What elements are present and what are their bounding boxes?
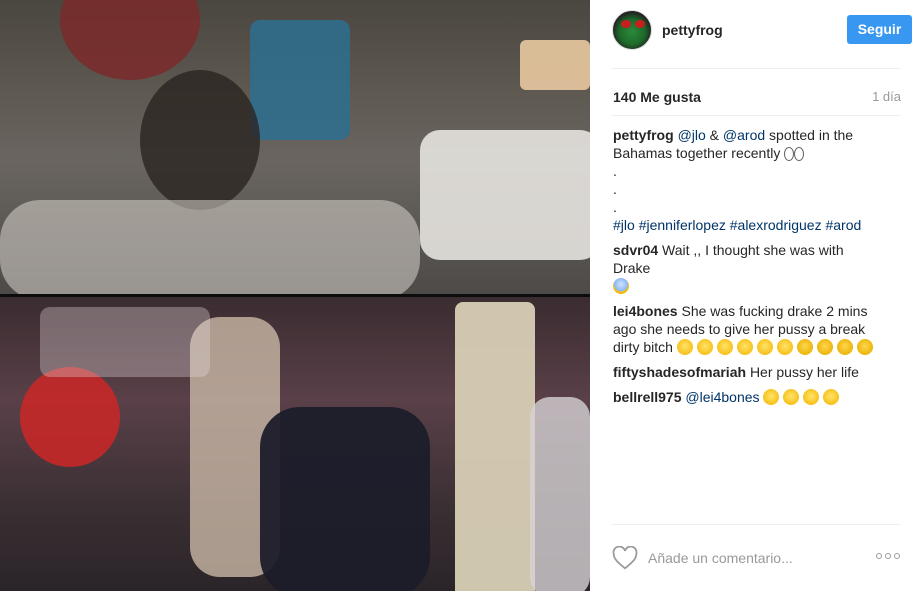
hashtag-link[interactable]: #jenniferlopez (639, 217, 726, 233)
thinking-emoji-icon (796, 339, 813, 355)
comment-item: fiftyshadesofmariah Her pussy her life (613, 363, 883, 381)
post-meta: 140 Me gusta 1 día (613, 89, 901, 107)
mention-link[interactable]: @arod (723, 127, 765, 143)
laughing-emoji-icon (696, 339, 713, 355)
caption-dot: . (613, 181, 617, 197)
photo-panel-top (0, 0, 590, 294)
heart-icon[interactable] (612, 546, 638, 570)
thinking-emoji-icon (856, 339, 873, 355)
post-username[interactable]: pettyfrog (662, 22, 723, 38)
photo-panel-bottom (0, 297, 590, 591)
laughing-emoji-icon (756, 339, 773, 355)
laughing-emoji-icon (823, 389, 840, 405)
hashtag-link[interactable]: #arod (825, 217, 861, 233)
comment-text: Her pussy her life (749, 364, 859, 380)
thinking-emoji-icon (816, 339, 833, 355)
caption-amp: & (705, 127, 723, 143)
comment-user[interactable]: fiftyshadesofmariah (613, 364, 746, 380)
post-sidebar: pettyfrog Seguir 140 Me gusta 1 día pett… (590, 0, 918, 591)
avatar[interactable] (612, 10, 652, 50)
laughing-emoji-icon (803, 389, 820, 405)
header-divider (612, 68, 900, 69)
comment-user[interactable]: bellrell975 (613, 389, 682, 405)
laughing-emoji-icon (736, 339, 753, 355)
comment-input[interactable] (648, 547, 868, 569)
mention-link[interactable]: @jlo (678, 127, 706, 143)
laughing-emoji-icon (763, 389, 780, 405)
thinking-emoji-icon (836, 339, 853, 355)
comment-item: bellrell975 @lei4bones (613, 388, 883, 406)
caption-dot: . (613, 199, 617, 215)
likes-count[interactable]: 140 Me gusta (613, 89, 701, 105)
follow-button[interactable]: Seguir (847, 15, 912, 44)
caption-user[interactable]: pettyfrog (613, 127, 674, 143)
comment-list: pettyfrog @jlo & @arod spotted in the Ba… (613, 126, 883, 413)
screaming-face-emoji-icon (613, 278, 629, 294)
hashtag-link[interactable]: #alexrodriguez (730, 217, 822, 233)
comment-user[interactable]: sdvr04 (613, 242, 658, 258)
caption-dot: . (613, 163, 617, 179)
comment-user[interactable]: lei4bones (613, 303, 678, 319)
comment-item: lei4bones She was fucking drake 2 mins a… (613, 302, 883, 356)
comment-item: sdvr04 Wait ,, I thought she was with Dr… (613, 241, 883, 295)
post-photo[interactable] (0, 0, 590, 591)
mention-link[interactable]: @lei4bones (685, 389, 759, 405)
hashtag-link[interactable]: #jlo (613, 217, 635, 233)
caption: pettyfrog @jlo & @arod spotted in the Ba… (613, 126, 883, 234)
meta-divider (612, 115, 900, 116)
post-header: pettyfrog Seguir (612, 10, 912, 52)
laughing-emoji-icon (783, 389, 800, 405)
eyes-emoji-icon (784, 145, 805, 161)
more-options-icon[interactable] (876, 551, 902, 561)
laughing-emoji-icon (776, 339, 793, 355)
composer-divider (612, 524, 900, 525)
laughing-emoji-icon (676, 339, 693, 355)
comment-composer (612, 538, 902, 578)
post-time[interactable]: 1 día (872, 89, 901, 104)
laughing-emoji-icon (716, 339, 733, 355)
